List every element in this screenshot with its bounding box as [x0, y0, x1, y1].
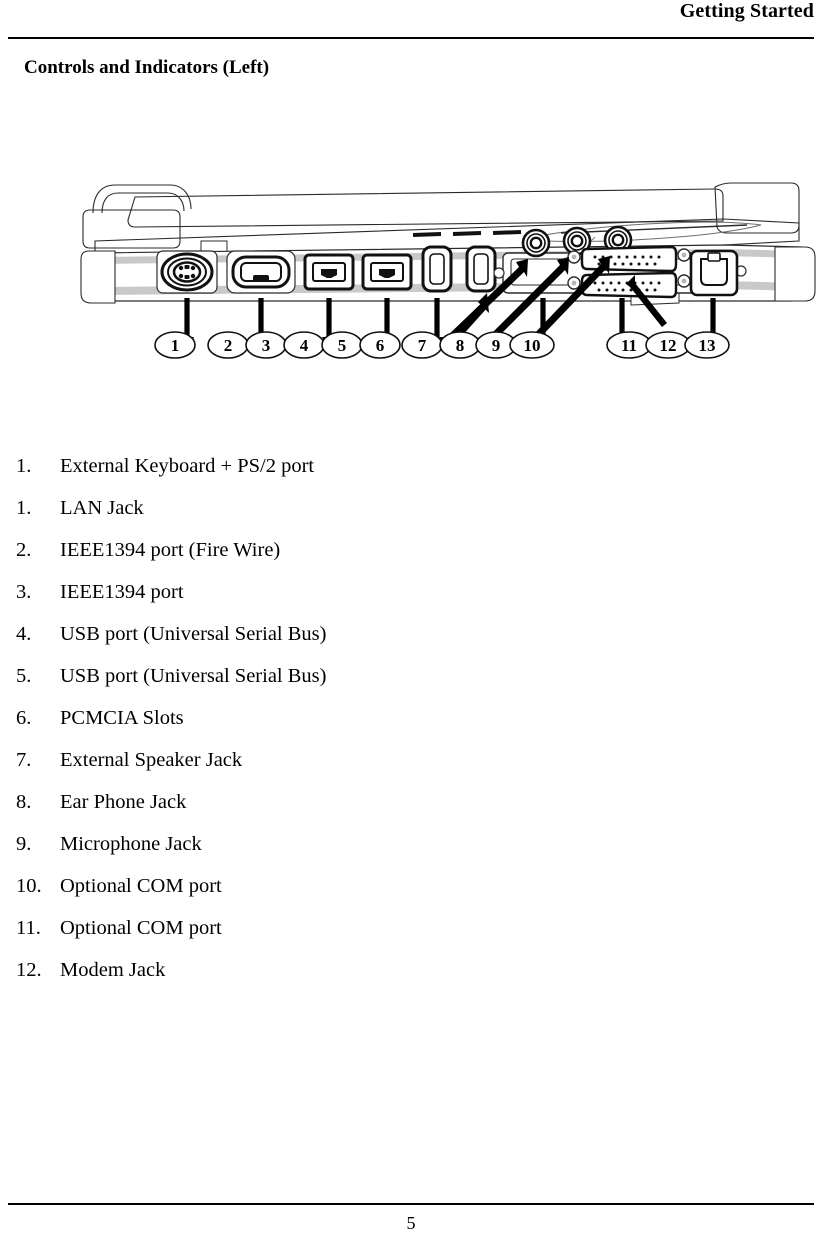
list-item-label: LAN Jack [60, 497, 144, 519]
vent-slots [412, 230, 522, 237]
list-item: 6. PCMCIA Slots [16, 704, 616, 746]
page-title: Controls and Indicators (Left) [24, 57, 270, 78]
list-item-number: 8. [16, 791, 32, 813]
list-item-number: 1. [16, 455, 32, 477]
list-item: 10. Optional COM port [16, 872, 616, 914]
lan-jack [226, 250, 296, 294]
list-item: 3. IEEE1394 port [16, 578, 616, 620]
ieee1394-port [361, 253, 413, 291]
page-header: Getting Started [0, 0, 822, 40]
list-item-label: Ear Phone Jack [60, 791, 187, 813]
list-item: 12. Modem Jack [16, 956, 616, 998]
list-item: 1. External Keyboard + PS/2 port [16, 452, 616, 494]
arrow-to-ieee1394-firewire [322, 298, 336, 350]
arrow-to-modem-jack [706, 298, 720, 350]
list-item: 4. USB port (Universal Serial Bus) [16, 620, 616, 662]
list-item-number: 1. [16, 497, 32, 519]
header-rule [8, 37, 814, 39]
lid-profile [82, 182, 800, 256]
optional-com-port-1 [567, 245, 691, 273]
list-item: 5. USB port (Universal Serial Bus) [16, 662, 616, 704]
list-item-label: USB port (Universal Serial Bus) [60, 665, 327, 687]
arrow-to-ieee1394 [380, 298, 394, 350]
modem-jack [689, 249, 739, 297]
list-item: 9. Microphone Jack [16, 830, 616, 872]
list-item: 2. IEEE1394 port (Fire Wire) [16, 536, 616, 578]
list-item-number: 4. [16, 623, 32, 645]
list-item-number: 5. [16, 665, 32, 687]
notebook-left-side-figure [75, 175, 820, 365]
list-item-number: 10. [16, 875, 42, 897]
list-item: 7. External Speaker Jack [16, 746, 616, 788]
list-item-label: Modem Jack [60, 959, 166, 981]
list-item: 8. Ear Phone Jack [16, 788, 616, 830]
page-footer: 5 [0, 1203, 822, 1249]
list-item-number: 11. [16, 917, 41, 939]
list-item-label: External Keyboard + PS/2 port [60, 455, 315, 477]
list-item: 1. LAN Jack [16, 494, 616, 536]
notebook-left-side-illustration [80, 182, 816, 350]
arrow-to-lan-jack [254, 298, 268, 350]
arrow-to-usb-1 [430, 298, 444, 350]
arrow-to-ps2-port [180, 298, 194, 350]
list-item-number: 3. [16, 581, 32, 603]
arrow-to-com-port-1 [615, 298, 629, 350]
list-item-number: 2. [16, 539, 32, 561]
usb-port-1 [421, 245, 453, 293]
list-item-label: IEEE1394 port (Fire Wire) [60, 539, 281, 561]
external-speaker-jack [521, 228, 551, 258]
page-number: 5 [406, 1213, 416, 1233]
list-item-number: 7. [16, 749, 32, 771]
usb-port-2 [465, 245, 497, 293]
list-item-number: 9. [16, 833, 32, 855]
list-item-number: 12. [16, 959, 42, 981]
ieee1394-port-firewire [303, 253, 355, 291]
list-item-label: Optional COM port [60, 917, 222, 939]
header-title: Getting Started [679, 0, 814, 22]
list-item-number: 6. [16, 707, 32, 729]
list-item-label: PCMCIA Slots [60, 707, 184, 729]
port-list: 1. External Keyboard + PS/2 port 1. LAN … [16, 452, 616, 998]
list-item-label: IEEE1394 port [60, 581, 184, 603]
list-item: 11. Optional COM port [16, 914, 616, 956]
ps2-port [156, 250, 218, 294]
footer-rule [8, 1203, 814, 1205]
list-item-label: USB port (Universal Serial Bus) [60, 623, 327, 645]
list-item-label: External Speaker Jack [60, 749, 243, 771]
list-item-label: Optional COM port [60, 875, 222, 897]
list-item-label: Microphone Jack [60, 833, 202, 855]
